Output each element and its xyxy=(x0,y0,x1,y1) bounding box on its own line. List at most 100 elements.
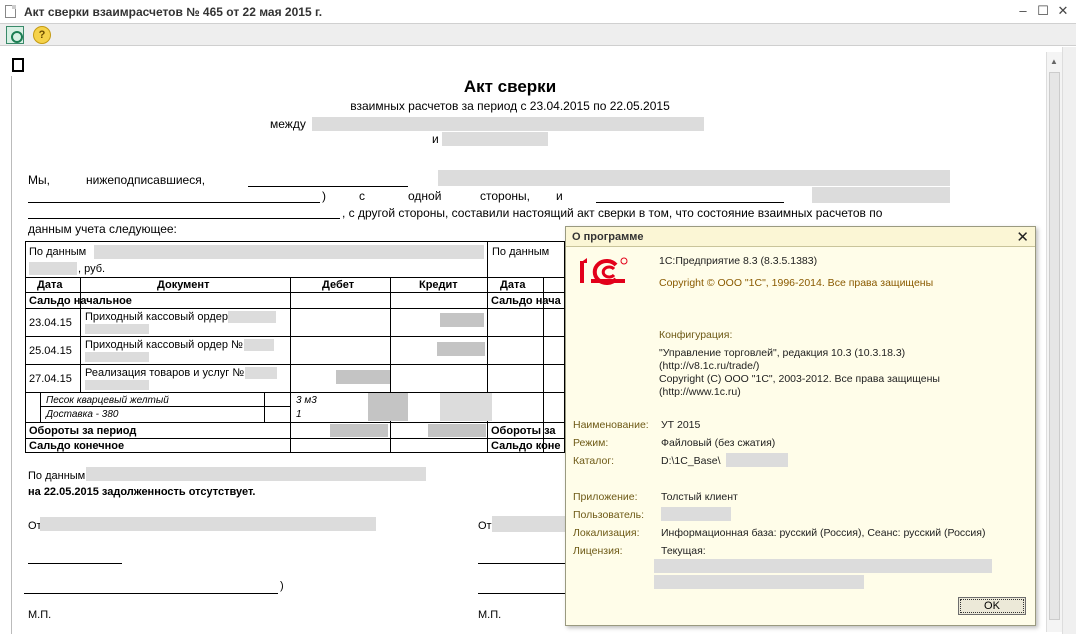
col-debit: Дебет xyxy=(322,279,355,291)
table-hline xyxy=(40,406,290,407)
footer-by-data: По данным xyxy=(28,470,86,482)
table-vline xyxy=(390,277,391,453)
saldo-start-right: Сальдо нача xyxy=(491,295,561,307)
about-config-line1: "Управление торговлей", редакция 10.3 (1… xyxy=(659,347,906,359)
about-mode-label: Режим: xyxy=(573,437,609,449)
redacted-license-1 xyxy=(654,559,992,573)
from-right: От xyxy=(478,520,492,532)
about-close-icon[interactable]: ✕ xyxy=(1016,228,1029,246)
para-line3: , с другой стороны, составили настоящий … xyxy=(342,206,883,220)
goods-qty: 3 м3 xyxy=(296,395,317,406)
redacted-org-left xyxy=(94,245,484,259)
table-vline xyxy=(264,392,265,422)
goods-name: Доставка - 380 xyxy=(46,409,119,420)
about-copyright: Copyright © ООО "1С", 1996-2014. Все пра… xyxy=(659,277,934,289)
about-config-label: Конфигурация: xyxy=(659,329,733,341)
turnover-right: Обороты за xyxy=(491,425,556,437)
vertical-scrollbar[interactable]: ▲ xyxy=(1046,52,1062,632)
blank-line xyxy=(248,186,408,187)
saldo-start: Сальдо начальное xyxy=(29,295,132,307)
about-product: 1С:Предприятие 8.3 (8.3.5.1383) xyxy=(659,255,818,267)
redacted-goods-amount xyxy=(368,393,408,421)
redacted-doc-date xyxy=(85,324,149,334)
row-doc: Приходный кассовый ордер xyxy=(85,311,229,323)
redacted-doc-date xyxy=(85,352,149,362)
about-license-label: Лицензия: xyxy=(573,545,623,557)
table-hline xyxy=(25,422,565,423)
redacted-credit-amount xyxy=(437,342,485,356)
window-right-edge xyxy=(1062,47,1076,634)
about-app-value: Толстый клиент xyxy=(661,491,738,503)
redacted-credit-amount xyxy=(440,313,484,327)
about-catalog-label: Каталог: xyxy=(573,455,615,467)
about-name-label: Наименование: xyxy=(573,419,649,431)
signature-line xyxy=(478,563,566,564)
para-side: стороны, xyxy=(480,189,530,203)
redacted-org-left-2 xyxy=(29,262,77,275)
redacted-goods-price xyxy=(440,393,492,421)
table-vline xyxy=(40,392,41,422)
blank-line xyxy=(596,202,784,203)
row-date: 25.04.15 xyxy=(29,345,72,357)
maximize-icon[interactable]: ☐ xyxy=(1034,3,1052,19)
para-one: одной xyxy=(408,189,442,203)
document-icon xyxy=(5,5,16,18)
about-catalog-value: D:\1C_Base\ xyxy=(661,455,721,467)
para-undersigned: нижеподписавшиеся, xyxy=(86,173,206,187)
redacted-party-1 xyxy=(312,117,704,131)
redacted-signer-right xyxy=(492,516,566,532)
col-credit: Кредит xyxy=(419,279,458,291)
redacted-party-2 xyxy=(442,132,548,146)
about-mode-value: Файловый (без сжатия) xyxy=(661,437,776,449)
redacted-doc-number xyxy=(244,339,274,351)
redacted-user xyxy=(661,507,731,521)
para-and: и xyxy=(556,189,563,203)
toolbar: ? xyxy=(0,24,1076,46)
scroll-up-icon[interactable]: ▲ xyxy=(1050,57,1058,66)
help-icon[interactable]: ? xyxy=(33,26,51,44)
about-license-value: Текущая: xyxy=(661,545,706,557)
about-config-line4: (http://www.1c.ru) xyxy=(659,386,741,398)
close-icon[interactable]: ✕ xyxy=(1054,3,1072,19)
redacted-representative xyxy=(438,170,950,186)
about-config-line3: Copyright (С) ООО "1С", 2003-2012. Все п… xyxy=(659,373,940,385)
mp-right: М.П. xyxy=(478,609,502,621)
para-c: с xyxy=(359,189,365,203)
table-hline xyxy=(25,438,565,439)
table-vline xyxy=(290,277,291,453)
blank-line xyxy=(28,218,340,219)
between-label: между xyxy=(270,117,306,131)
para-line4: данным учета следующее: xyxy=(28,222,177,236)
about-dialog-title: О программе xyxy=(572,231,644,243)
about-locale-value: Информационная база: русский (Россия), С… xyxy=(661,527,986,539)
redacted-catalog-path xyxy=(726,453,788,467)
goods-qty: 1 xyxy=(296,409,302,420)
comma-mark: ) xyxy=(322,189,326,203)
about-config-line2: (http://v8.1c.ru/trade/) xyxy=(659,360,760,372)
page-left-border xyxy=(11,76,12,634)
print-preview-icon[interactable] xyxy=(6,26,24,44)
redacted-representative-2 xyxy=(812,187,950,203)
name-line xyxy=(24,593,278,594)
ok-button[interactable]: OK xyxy=(958,597,1026,615)
about-dialog: О программе ✕ 1С:Предприятие 8.3 (8.3.5.… xyxy=(565,226,1036,626)
name-line xyxy=(478,593,566,594)
about-dialog-titlebar: О программе ✕ xyxy=(566,227,1035,247)
about-user-label: Пользователь: xyxy=(573,509,645,521)
about-locale-label: Локализация: xyxy=(573,527,640,539)
redacted-license-2 xyxy=(654,575,864,589)
redacted-doc-date xyxy=(85,380,149,390)
redacted-doc-number xyxy=(228,311,276,323)
redacted-turnover-credit xyxy=(428,424,486,437)
table-hline xyxy=(25,364,565,365)
col-date: Дата xyxy=(37,279,63,291)
sign-paren: ) xyxy=(280,580,284,592)
scroll-thumb[interactable] xyxy=(1049,72,1060,620)
about-name-value: УТ 2015 xyxy=(661,419,701,431)
about-app-label: Приложение: xyxy=(573,491,638,503)
redacted-signer-left xyxy=(40,517,376,531)
para-we: Мы, xyxy=(28,173,50,187)
minimize-icon[interactable]: – xyxy=(1014,3,1032,19)
table-hline xyxy=(25,336,565,337)
row-date: 27.04.15 xyxy=(29,373,72,385)
